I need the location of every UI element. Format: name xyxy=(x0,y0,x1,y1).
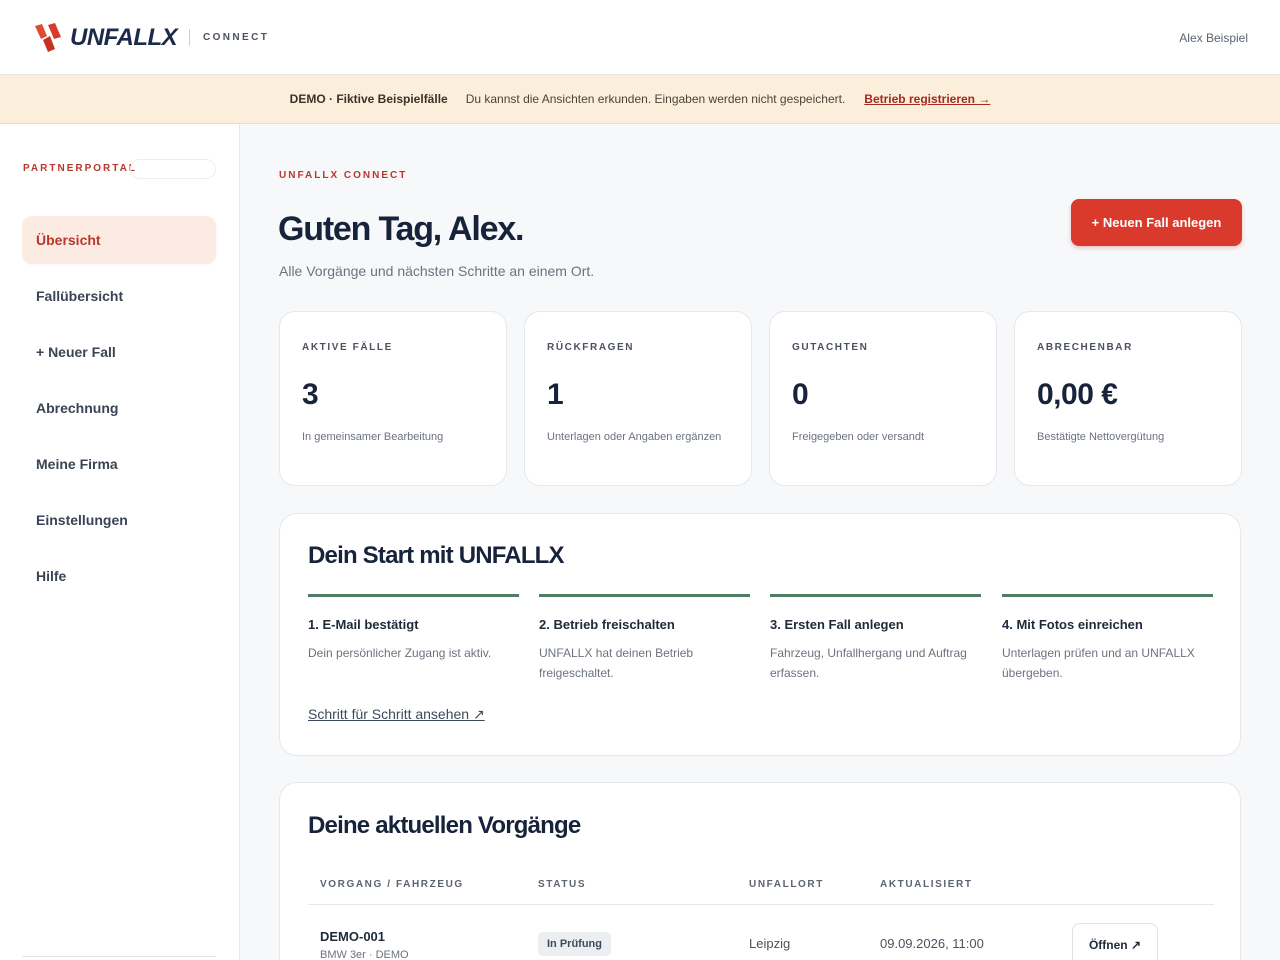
stat-title: AKTIVE FÄLLE xyxy=(302,342,393,353)
step-title: 1. E-Mail bestätigt xyxy=(308,617,419,632)
step-description: Unterlagen prüfen und an UNFALLX übergeb… xyxy=(1002,646,1195,680)
stat-value: 1 xyxy=(547,378,564,411)
demo-label: DEMO · Fiktive Beispielfälle xyxy=(289,92,448,106)
sidebar-section-pill xyxy=(130,159,216,179)
step-progress-bar xyxy=(770,594,981,597)
unfallx-logo-icon xyxy=(35,23,61,52)
sidebar-section-label: PARTNERPORTAL xyxy=(23,163,137,174)
sidebar-item-uebersicht[interactable]: Übersicht xyxy=(22,216,216,264)
stat-card-active-cases[interactable]: AKTIVE FÄLLE 3 In gemeinsamer Bearbeitun… xyxy=(279,311,507,486)
sidebar-item-einstellungen[interactable]: Einstellungen xyxy=(22,496,216,544)
step-progress-bar xyxy=(539,594,750,597)
step-title: 4. Mit Fotos einreichen xyxy=(1002,617,1143,632)
register-business-link[interactable]: Betrieb registrieren → xyxy=(864,92,990,106)
stat-title: GUTACHTEN xyxy=(792,342,869,353)
stat-description: In gemeinsamer Bearbeitung xyxy=(302,431,444,443)
brand-logo[interactable]: UNFALLX xyxy=(33,22,178,54)
stat-card-reports[interactable]: GUTACHTEN 0 Freigegeben oder versandt xyxy=(769,311,997,486)
user-menu[interactable]: Alex Beispiel xyxy=(1179,31,1248,45)
page-eyebrow: UNFALLX CONNECT xyxy=(279,170,408,181)
sidebar-item-falluebersicht[interactable]: Fallübersicht xyxy=(22,272,216,320)
step-progress-bar xyxy=(308,594,519,597)
cases-panel: Deine aktuellen Vorgänge VORGANG / FAHRZ… xyxy=(279,782,1241,960)
page-subtitle: Alle Vorgänge und nächsten Schritte an e… xyxy=(279,263,595,279)
cases-title: Deine aktuellen Vorgänge xyxy=(308,812,581,839)
column-header-status[interactable]: STATUS xyxy=(538,879,586,890)
demo-banner: DEMO · Fiktive Beispielfälle Du kannst d… xyxy=(0,75,1280,124)
stat-card-billable[interactable]: ABRECHENBAR 0,00 € Bestätigte Nettovergü… xyxy=(1014,311,1242,486)
stat-value: 0 xyxy=(792,378,809,411)
sidebar-footer-divider xyxy=(22,956,216,957)
stat-description: Freigegeben oder versandt xyxy=(792,431,925,443)
sidebar-item-neuer-fall[interactable]: + Neuer Fall xyxy=(22,328,216,376)
new-case-button[interactable]: + Neuen Fall anlegen xyxy=(1071,199,1242,246)
column-header-updated[interactable]: AKTUALISIERT xyxy=(880,879,973,890)
column-header-case[interactable]: VORGANG / FAHRZEUG xyxy=(320,879,464,890)
step-guide-link[interactable]: Schritt für Schritt ansehen ↗ xyxy=(308,706,485,723)
case-updated: 09.09.2026, 11:00 xyxy=(880,936,984,951)
stat-card-queries[interactable]: RÜCKFRAGEN 1 Unterlagen oder Angaben erg… xyxy=(524,311,752,486)
stat-value: 0,00 € xyxy=(1037,378,1118,411)
sidebar-item-abrechnung[interactable]: Abrechnung xyxy=(22,384,216,432)
demo-notice: Du kannst die Ansichten erkunden. Eingab… xyxy=(465,92,846,106)
case-vehicle: BMW 3er · DEMO xyxy=(320,949,409,960)
brand-name: UNFALLX xyxy=(70,24,178,51)
onboarding-step-1: 1. E-Mail bestätigt Dein persönlicher Zu… xyxy=(308,594,519,663)
logo-divider xyxy=(189,29,190,46)
sidebar-section-header: PARTNERPORTAL xyxy=(22,159,216,179)
stat-description: Bestätigte Nettovergütung xyxy=(1037,431,1165,443)
page-title: Guten Tag, Alex. xyxy=(278,210,524,248)
stat-title: RÜCKFRAGEN xyxy=(547,342,635,353)
column-header-location[interactable]: UNFALLORT xyxy=(749,879,824,890)
step-description: UNFALLX hat deinen Betrieb freigeschalte… xyxy=(539,646,694,680)
open-case-button[interactable]: Öffnen ↗ xyxy=(1072,923,1158,960)
table-header-divider xyxy=(308,904,1214,905)
stat-description: Unterlagen oder Angaben ergänzen xyxy=(547,431,722,443)
status-badge: In Prüfung xyxy=(538,932,611,956)
onboarding-step-2: 2. Betrieb freischalten UNFALLX hat dein… xyxy=(539,594,750,683)
onboarding-step-4: 4. Mit Fotos einreichen Unterlagen prüfe… xyxy=(1002,594,1213,683)
step-title: 2. Betrieb freischalten xyxy=(539,617,675,632)
case-id: DEMO-001 xyxy=(320,929,386,944)
step-title: 3. Ersten Fall anlegen xyxy=(770,617,904,632)
onboarding-title: Dein Start mit UNFALLX xyxy=(308,542,565,569)
sidebar-item-hilfe[interactable]: Hilfe xyxy=(22,552,216,600)
stat-title: ABRECHENBAR xyxy=(1037,342,1133,353)
stat-value: 3 xyxy=(302,378,319,411)
onboarding-step-3: 3. Ersten Fall anlegen Fahrzeug, Unfallh… xyxy=(770,594,981,683)
top-header: UNFALLX CONNECT Alex Beispiel xyxy=(0,0,1280,75)
case-location: Leipzig xyxy=(749,936,791,951)
product-name: CONNECT xyxy=(203,32,270,43)
sidebar: PARTNERPORTAL Übersicht Fallübersicht + … xyxy=(0,124,240,960)
step-progress-bar xyxy=(1002,594,1213,597)
step-description: Dein persönlicher Zugang ist aktiv. xyxy=(308,646,492,660)
onboarding-panel: Dein Start mit UNFALLX 1. E-Mail bestäti… xyxy=(279,513,1241,756)
sidebar-item-meine-firma[interactable]: Meine Firma xyxy=(22,440,216,488)
step-description: Fahrzeug, Unfallhergang und Auftrag erfa… xyxy=(770,646,967,680)
